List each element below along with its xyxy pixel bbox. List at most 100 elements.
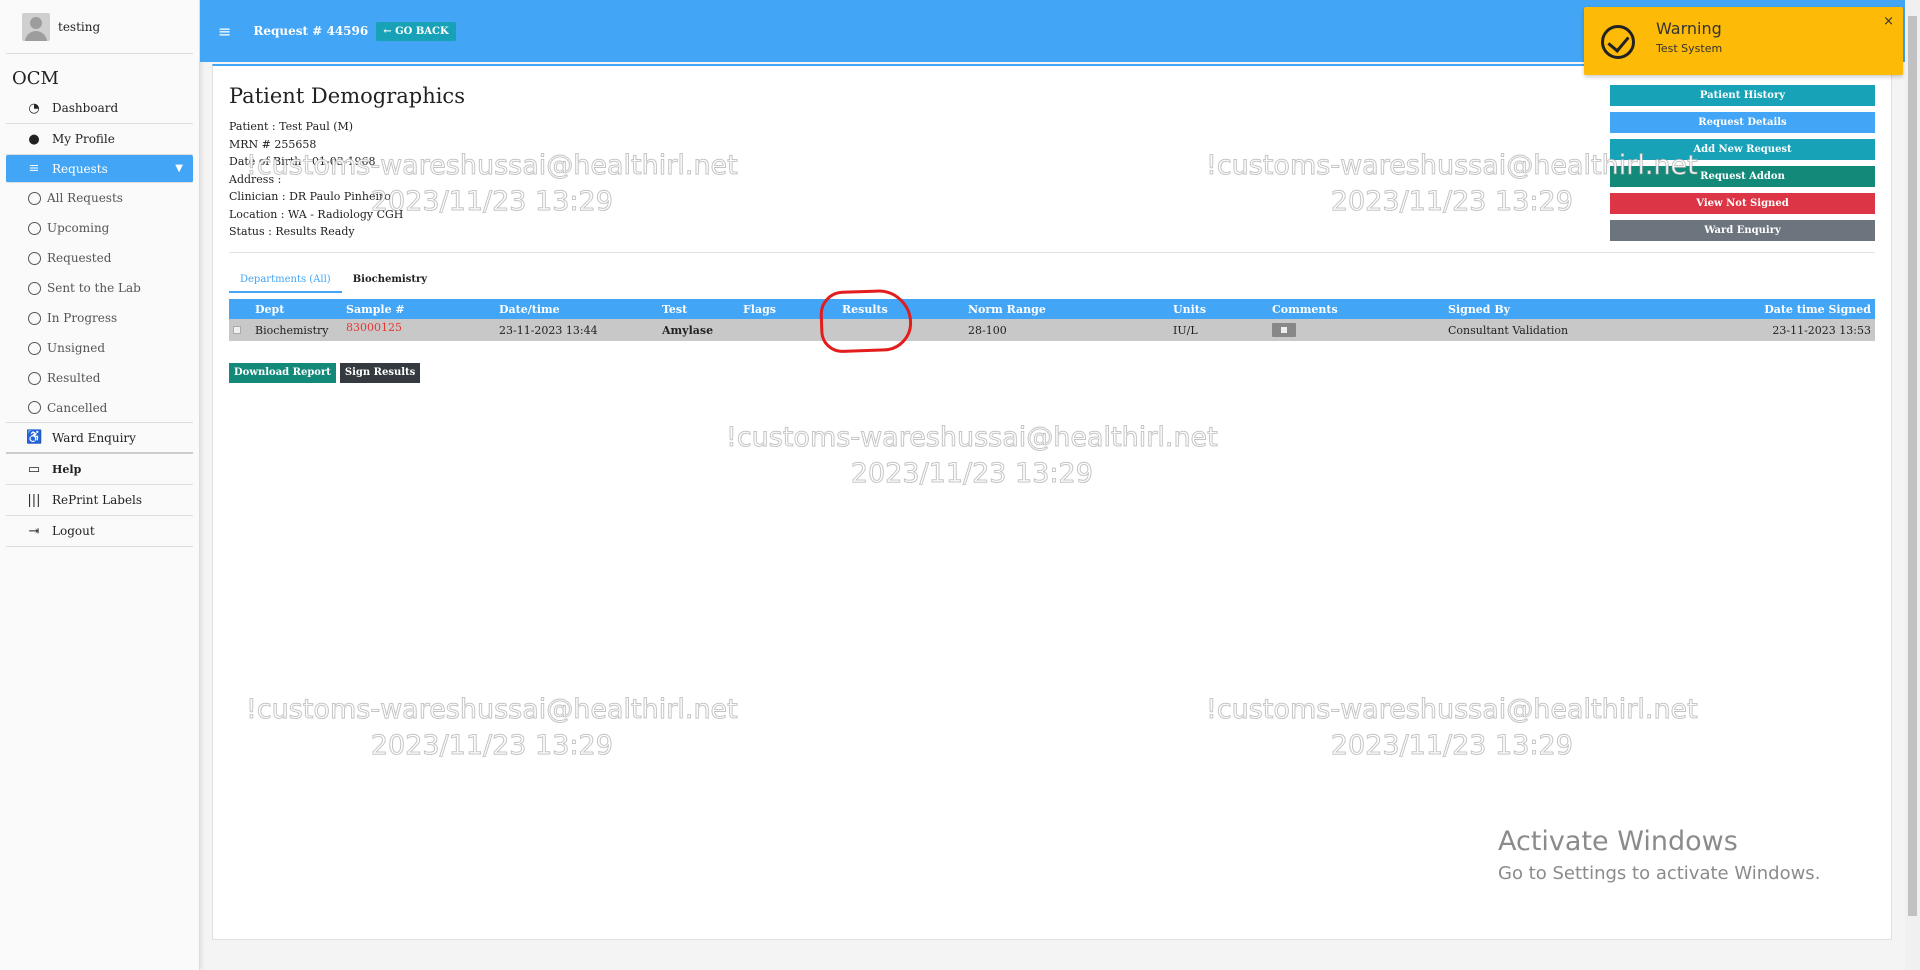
- comment-icon[interactable]: [1272, 323, 1296, 337]
- sub-sent-to-lab[interactable]: Sent to the Lab: [6, 273, 193, 303]
- header-date-time-signed: Date time Signed: [1644, 299, 1875, 319]
- activate-subtitle: Go to Settings to activate Windows.: [1498, 863, 1821, 884]
- nav-requests-label: Requests: [52, 161, 108, 176]
- nav-dashboard[interactable]: ◔ Dashboard: [6, 93, 193, 124]
- chevron-down-icon: ▼: [175, 163, 183, 174]
- close-icon[interactable]: ×: [1883, 14, 1894, 29]
- request-addon-button[interactable]: Request Addon: [1610, 166, 1875, 187]
- nav-profile-label: My Profile: [52, 132, 115, 146]
- user-name: testing: [58, 19, 101, 34]
- hamburger-menu-icon[interactable]: ≡: [218, 22, 231, 41]
- user-panel: testing: [6, 0, 193, 54]
- go-back-button[interactable]: ← GO BACK: [376, 21, 456, 41]
- location-line: Location : WA - Radiology CGH: [229, 207, 404, 221]
- user-icon: ●: [28, 131, 40, 147]
- patient-history-button[interactable]: Patient History: [1610, 85, 1875, 106]
- brand-title: OCM: [12, 68, 59, 89]
- cell-signed-by: Consultant Validation: [1444, 319, 1644, 341]
- sub-label: Requested: [47, 251, 112, 265]
- cell-norm-range: 28-100: [964, 319, 1169, 341]
- cell-test: Amylase: [658, 319, 739, 341]
- address-line: Address :: [229, 172, 282, 186]
- header-flags: Flags: [739, 299, 838, 319]
- status-line: Status : Results Ready: [229, 225, 355, 238]
- side-buttons: Patient History Request Details Add New …: [1610, 85, 1875, 247]
- add-new-request-button[interactable]: Add New Request: [1610, 139, 1875, 160]
- check-circle-icon: [1601, 25, 1635, 59]
- tab-biochemistry[interactable]: Biochemistry: [342, 270, 438, 293]
- circle-icon: [28, 401, 41, 414]
- cell-flags: [739, 319, 838, 341]
- sub-in-progress[interactable]: In Progress: [6, 303, 193, 333]
- cell-date-time-signed: 23-11-2023 13:53: [1644, 319, 1875, 341]
- sign-results-button[interactable]: Sign Results: [339, 363, 421, 383]
- circle-icon: [28, 281, 41, 295]
- nav-logout[interactable]: ⇥ Logout: [6, 516, 193, 547]
- avatar: [22, 12, 50, 41]
- nav-ward-enquiry[interactable]: ♿ Ward Enquiry: [6, 423, 193, 454]
- activate-windows-notice: Activate Windows Go to Settings to activ…: [1498, 826, 1820, 884]
- clinician-line: Clinician : DR Paulo Pinheiro: [229, 190, 391, 203]
- ward-enquiry-button[interactable]: Ward Enquiry: [1610, 220, 1875, 241]
- toast-message: Test System: [1656, 42, 1723, 55]
- nav-reprint-label: RePrint Labels: [52, 493, 143, 507]
- nav-ward-label: Ward Enquiry: [52, 430, 136, 445]
- table-header-row: Dept Sample # Date/time Test Flags Resul…: [229, 299, 1875, 319]
- sub-cancelled[interactable]: Cancelled: [6, 393, 193, 423]
- sub-label: All Requests: [47, 191, 123, 205]
- nav-help[interactable]: ▭ Help: [6, 454, 193, 485]
- sidebar: testing OCM ◔ Dashboard ● My Profile ≡ R…: [0, 0, 200, 970]
- go-back-label: GO BACK: [395, 25, 449, 37]
- sub-label: Resulted: [47, 371, 101, 385]
- toast-title: Warning: [1656, 19, 1722, 38]
- cell-sample-link[interactable]: 83000125: [342, 319, 495, 341]
- cell-comments: [1268, 319, 1444, 341]
- main-card: Patient Demographics Patient : Test Paul…: [212, 64, 1892, 940]
- nav-help-label: Help: [52, 462, 82, 476]
- activate-title: Activate Windows: [1498, 826, 1738, 857]
- sub-label: Upcoming: [47, 221, 110, 235]
- header-dept: Dept: [251, 299, 342, 319]
- cell-dept: Biochemistry: [251, 319, 342, 341]
- tab-departments-all[interactable]: Departments (All): [229, 270, 342, 293]
- cell-results: [838, 319, 964, 341]
- cell-units: IU/L: [1169, 319, 1268, 341]
- sub-label: Sent to the Lab: [47, 281, 141, 295]
- sub-upcoming[interactable]: Upcoming: [6, 213, 193, 243]
- nav-my-profile[interactable]: ● My Profile: [6, 124, 193, 155]
- cell-datetime: 23-11-2023 13:44: [495, 319, 658, 341]
- nav-requests[interactable]: ≡ Requests ▼: [6, 155, 193, 183]
- sub-requested[interactable]: Requested: [6, 243, 193, 273]
- results-table: Dept Sample # Date/time Test Flags Resul…: [229, 299, 1875, 341]
- nav-reprint-labels[interactable]: ||| RePrint Labels: [6, 485, 193, 516]
- department-tabs: Departments (All) Biochemistry: [229, 270, 438, 293]
- row-select-cell: [229, 319, 251, 341]
- table-row: Biochemistry 83000125 23-11-2023 13:44 A…: [229, 319, 1875, 341]
- sub-resulted[interactable]: Resulted: [6, 363, 193, 393]
- dashboard-icon: ◔: [28, 100, 40, 116]
- request-title: Request # 44596: [253, 24, 369, 38]
- database-icon: ≡: [28, 161, 40, 176]
- header-select: [229, 299, 251, 319]
- header-comments: Comments: [1268, 299, 1444, 319]
- nav-dashboard-label: Dashboard: [52, 101, 119, 115]
- download-report-button[interactable]: Download Report: [229, 363, 336, 383]
- sub-label: Unsigned: [47, 341, 106, 355]
- header-results: Results: [838, 299, 964, 319]
- header-sample: Sample #: [342, 299, 495, 319]
- mrn-line: MRN # 255658: [229, 137, 317, 151]
- header-test: Test: [658, 299, 739, 319]
- row-checkbox[interactable]: [233, 325, 241, 334]
- patient-line: Patient : Test Paul (M): [229, 120, 354, 133]
- circle-icon: [28, 251, 41, 265]
- sub-all-requests[interactable]: All Requests: [6, 183, 193, 213]
- page-scrollbar[interactable]: [1905, 0, 1920, 970]
- logout-icon: ⇥: [28, 523, 40, 539]
- scrollbar-thumb[interactable]: [1908, 16, 1917, 916]
- warning-toast: Warning Test System ×: [1584, 7, 1903, 75]
- barcode-icon: |||: [27, 492, 41, 508]
- request-details-button[interactable]: Request Details: [1610, 112, 1875, 133]
- view-not-signed-button[interactable]: View Not Signed: [1610, 193, 1875, 214]
- sub-unsigned[interactable]: Unsigned: [6, 333, 193, 363]
- sub-label: In Progress: [47, 311, 118, 325]
